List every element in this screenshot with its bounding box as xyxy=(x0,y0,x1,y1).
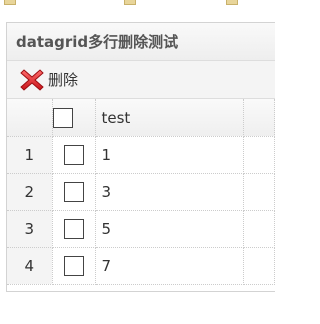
delete-button[interactable]: 删除 xyxy=(19,67,78,93)
row-filler xyxy=(243,136,275,174)
test-cell-value: 1 xyxy=(101,146,112,164)
panel-title: datagrid多行删除测试 xyxy=(16,33,179,51)
test-cell[interactable]: 5 xyxy=(95,210,244,248)
table-row[interactable]: 1 1 xyxy=(7,136,275,174)
datagrid-table: test 1 1 2 3 3 5 4 7 xyxy=(7,99,275,285)
test-cell-value: 5 xyxy=(101,220,112,238)
window-tab-fragment xyxy=(124,0,136,5)
row-number: 1 xyxy=(7,136,53,174)
row-checkbox[interactable] xyxy=(63,218,84,239)
header-check-cell xyxy=(52,99,96,137)
row-checkbox[interactable] xyxy=(63,255,84,276)
header-filler xyxy=(243,99,275,137)
row-number: 4 xyxy=(7,247,53,285)
table-row[interactable]: 2 3 xyxy=(7,173,275,211)
row-check-cell xyxy=(52,247,96,285)
delete-x-icon xyxy=(19,67,45,93)
row-number: 2 xyxy=(7,173,53,211)
delete-button-label: 删除 xyxy=(48,71,79,89)
test-cell[interactable]: 1 xyxy=(95,136,244,174)
top-strip xyxy=(0,0,275,6)
column-header-label: test xyxy=(101,108,131,127)
header-row: test xyxy=(7,99,275,137)
column-header-test[interactable]: test xyxy=(95,99,244,137)
window-tab-fragment xyxy=(4,0,16,5)
window-tab-fragment xyxy=(226,0,238,5)
table-row[interactable]: 4 7 xyxy=(7,247,275,285)
table-row[interactable]: 3 5 xyxy=(7,210,275,248)
row-check-cell xyxy=(52,210,96,248)
row-filler xyxy=(243,210,275,248)
toolbar: 删除 xyxy=(7,61,275,99)
row-check-cell xyxy=(52,173,96,211)
datagrid-panel: datagrid多行删除测试 删除 test 1 1 2 3 3 5 4 7 xyxy=(6,22,275,292)
row-filler xyxy=(243,247,275,285)
test-cell[interactable]: 7 xyxy=(95,247,244,285)
row-number: 3 xyxy=(7,210,53,248)
row-checkbox[interactable] xyxy=(63,181,84,202)
test-cell-value: 3 xyxy=(101,183,112,201)
select-all-checkbox[interactable] xyxy=(52,107,73,128)
row-checkbox[interactable] xyxy=(63,144,84,165)
row-check-cell xyxy=(52,136,96,174)
header-rownum-cell xyxy=(7,99,53,137)
test-cell-value: 7 xyxy=(101,257,112,275)
row-filler xyxy=(243,173,275,211)
test-cell[interactable]: 3 xyxy=(95,173,244,211)
panel-header: datagrid多行删除测试 xyxy=(7,23,275,61)
